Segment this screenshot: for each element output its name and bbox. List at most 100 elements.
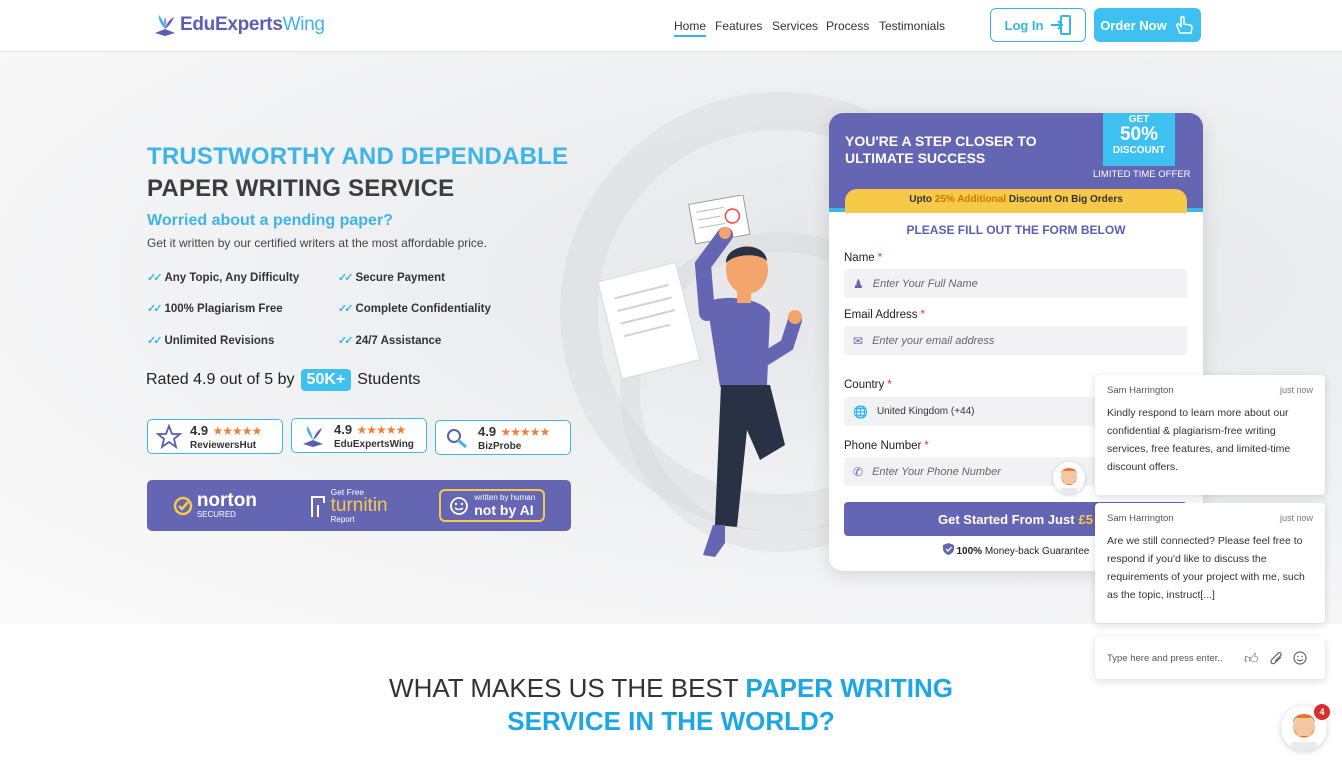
- name-label: Name *: [844, 252, 882, 264]
- five-stars-icon: ★★★★★: [500, 425, 551, 439]
- feature-label: Complete Confidentiality: [355, 302, 491, 315]
- email-input[interactable]: ✉ Enter your email address: [844, 326, 1187, 355]
- review-site: EduExpertsWing: [334, 439, 414, 450]
- double-check-icon: ✓✓: [338, 272, 354, 284]
- feature-label: 24/7 Assistance: [355, 334, 442, 347]
- hero-question: Worried about a pending paper?: [147, 212, 393, 229]
- required-mark: *: [887, 379, 892, 391]
- country-label: Country *: [844, 379, 892, 391]
- chat-message-card: Sam Harrington just now Kindly respond t…: [1095, 375, 1325, 495]
- paper-sheet-icon: [597, 261, 701, 380]
- discount-percent: 50%: [1119, 124, 1159, 145]
- norton-check-icon: [173, 496, 193, 515]
- human-written-badge: written by human not by AI: [439, 489, 546, 522]
- email-label: Email Address *: [844, 309, 925, 321]
- phone-placeholder: Enter Your Phone Number: [872, 465, 1001, 478]
- logo-icon: [155, 15, 175, 36]
- nav-testimonials[interactable]: Testimonials: [879, 19, 945, 33]
- order-label: Order Now: [1100, 17, 1167, 33]
- norton-sub: SECURED: [196, 510, 236, 519]
- rated-suffix: Students: [357, 371, 421, 388]
- double-check-icon: ✓✓: [338, 335, 354, 347]
- human-text: not by AI: [474, 502, 534, 518]
- form-instruction: PLEASE FILL OUT THE FORM BELOW: [906, 223, 1126, 237]
- five-stars-icon: ★★★★★: [212, 424, 263, 438]
- envelope-icon: ✉: [853, 333, 864, 348]
- review-site: BizProbe: [478, 441, 522, 452]
- form-heading-line2: ULTIMATE SUCCESS: [845, 150, 986, 166]
- magnifier-icon: [447, 428, 467, 448]
- agent-avatar-icon: [1061, 468, 1077, 494]
- discount-word: DISCOUNT: [1112, 145, 1166, 156]
- upto-percent: 25% Additional: [934, 194, 1007, 205]
- shield-check-icon: [942, 543, 954, 555]
- review-card-eduexpertswing[interactable]: 4.9 ★★★★★ EduExpertsWing: [291, 418, 427, 453]
- hand-pointer-icon: [1175, 15, 1193, 34]
- login-button[interactable]: Log In: [990, 8, 1086, 42]
- order-now-button[interactable]: Order Now: [1094, 8, 1201, 42]
- student-illustration: [597, 195, 802, 557]
- chat-timestamp: just now: [1279, 513, 1313, 523]
- star-outline-icon: [156, 423, 182, 449]
- label-text: Phone Number: [844, 440, 922, 452]
- feature-item: ✓✓ 100% Plagiarism Free: [147, 302, 283, 316]
- globe-icon: 🌐: [853, 404, 868, 419]
- limited-offer-text: LIMITED TIME OFFER: [1093, 169, 1191, 180]
- thumbs-up-icon[interactable]: 👍︎: [1244, 650, 1259, 667]
- upto-prefix: Upto: [909, 194, 932, 205]
- form-heading-line1: YOU'RE A STEP CLOSER TO: [845, 133, 1037, 149]
- label-text: Name: [844, 252, 875, 264]
- human-top: written by human: [474, 493, 536, 502]
- norton-badge: norton SECURED: [173, 491, 257, 519]
- emoji-icon[interactable]: [1293, 651, 1307, 665]
- double-check-icon: ✓✓: [338, 303, 354, 315]
- turnitin-badge: Get Free turnitin Report: [309, 487, 388, 524]
- smiley-icon: [450, 496, 469, 515]
- label-text: Email Address: [844, 309, 918, 321]
- phone-label: Phone Number *: [844, 440, 929, 452]
- phone-icon: ✆: [853, 464, 864, 479]
- review-card-reviewershut[interactable]: 4.9 ★★★★★ ReviewersHut: [147, 419, 283, 454]
- feature-item: ✓✓ Unlimited Revisions: [147, 334, 274, 348]
- nav-services[interactable]: Services: [772, 19, 818, 33]
- hero-title-line2: PAPER WRITING SERVICE: [147, 175, 455, 202]
- review-score: 4.9: [190, 423, 209, 438]
- site-logo[interactable]: EduExperts Wing: [152, 13, 325, 37]
- review-score: 4.9: [478, 424, 497, 439]
- required-mark: *: [877, 252, 883, 264]
- country-value: United Kingdom (+44): [876, 406, 975, 417]
- logo-icon: [303, 425, 323, 447]
- feature-label: Secure Payment: [355, 271, 445, 284]
- required-mark: *: [920, 309, 925, 321]
- review-card-bizprobe[interactable]: 4.9 ★★★★★ BizProbe: [435, 420, 571, 455]
- nav-process[interactable]: Process: [826, 19, 869, 33]
- nav-home[interactable]: Home: [674, 19, 707, 37]
- hero-subtitle: Get it written by our certified writers …: [147, 236, 487, 250]
- trust-badges-bar: norton SECURED Get Free turnitin Report wri…: [147, 480, 571, 531]
- chat-timestamp: just now: [1279, 385, 1313, 395]
- section-heading-line2: SERVICE IN THE WORLD?: [507, 706, 835, 736]
- hero-title-line1: TRUSTWORTHY AND DEPENDABLE: [147, 143, 569, 170]
- required-mark: *: [924, 440, 929, 452]
- upto-suffix: Discount On Big Orders: [1008, 194, 1123, 205]
- submit-label: Get Started From Just: [938, 511, 1075, 527]
- name-input[interactable]: ♟ Enter Your Full Name: [844, 269, 1187, 298]
- logo-text-part2: Wing: [282, 14, 325, 35]
- guarantee-text: Money-back Guarantee: [984, 546, 1090, 557]
- chat-message-text: Kindly respond to learn more about our c…: [1107, 407, 1291, 473]
- double-check-icon: ✓✓: [147, 303, 163, 315]
- turnitin-icon: [310, 495, 325, 517]
- rating-summary: Rated 4.9 out of 5 by 50K+ Students: [146, 369, 420, 391]
- turnitin-sub: Report: [330, 515, 355, 524]
- nav-features[interactable]: Features: [715, 19, 762, 33]
- heading-plain: WHAT MAKES US THE BEST: [389, 673, 739, 703]
- bulk-discount-banner: Upto 25% Additional Discount On Big Orde…: [845, 189, 1187, 213]
- login-icon: [1050, 15, 1071, 35]
- feature-label: Any Topic, Any Difficulty: [164, 271, 300, 284]
- site-header: EduExperts Wing Home Features Services Pr…: [0, 0, 1342, 52]
- attachment-icon[interactable]: [1270, 651, 1284, 666]
- five-stars-icon: ★★★★★: [356, 423, 407, 437]
- submit-price: £5: [1078, 511, 1093, 527]
- feature-item: ✓✓ 24/7 Assistance: [338, 334, 442, 348]
- double-check-icon: ✓✓: [147, 272, 163, 284]
